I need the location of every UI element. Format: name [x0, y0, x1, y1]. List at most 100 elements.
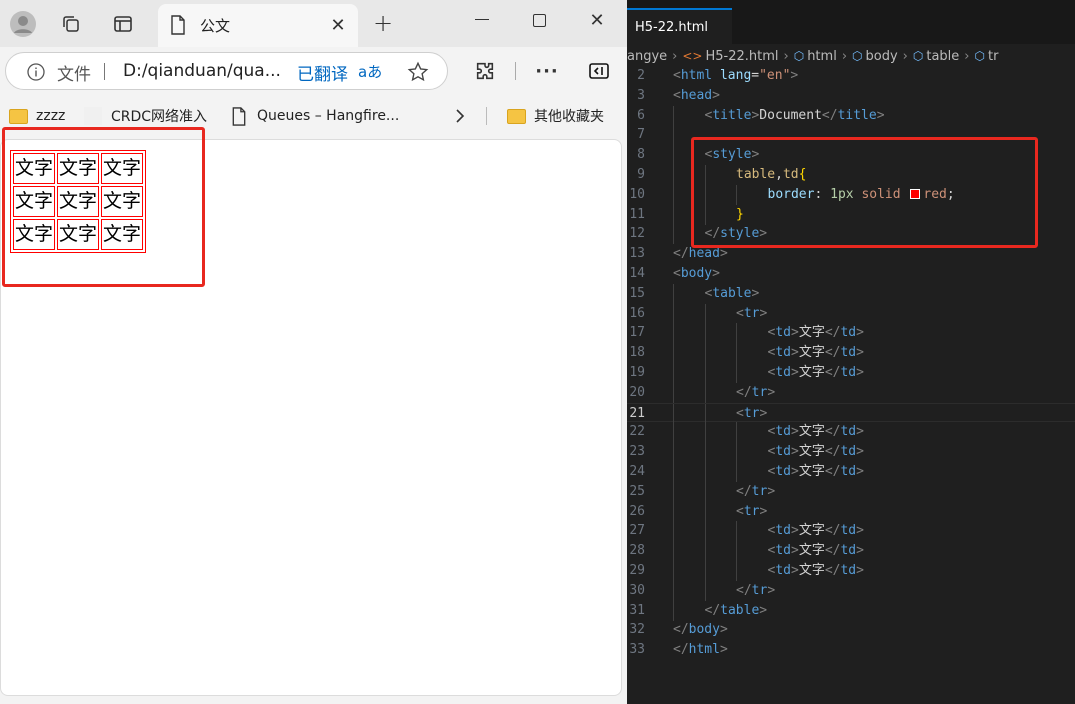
code-line[interactable]: 29 <td>文字</td> [627, 560, 1075, 581]
translated-label[interactable]: 已翻译 [297, 60, 348, 85]
code-token: </ [704, 602, 721, 618]
code-line[interactable]: 20 </tr> [627, 382, 1075, 403]
code-line[interactable]: 28 <td>文字</td> [627, 541, 1075, 562]
code-line[interactable]: 19 <td>文字</td> [627, 362, 1075, 383]
code-token: > [790, 463, 799, 479]
file-protocol-label: 文件 [57, 65, 91, 85]
code-line[interactable]: 24 <td>文字</td> [627, 461, 1075, 482]
blank-icon [84, 107, 102, 125]
code-line[interactable]: 23 <td>文字</td> [627, 442, 1075, 463]
favorite-item[interactable]: 其他收藏夹 [507, 104, 604, 128]
indent-guide [736, 362, 737, 383]
breadcrumb-file[interactable]: H5-22.html [705, 49, 778, 64]
breadcrumb-table[interactable]: table [926, 49, 959, 64]
tab-actions-icon[interactable] [112, 13, 134, 35]
code-line[interactable]: 26 <tr> [627, 501, 1075, 522]
title-bar: 公文 ✕ + ✕ [0, 0, 627, 47]
favorite-item[interactable]: CRDC网络准入 [84, 104, 207, 128]
code-token: > [856, 523, 864, 539]
chevron-right-icon[interactable] [451, 106, 469, 126]
code-line[interactable]: 30 </tr> [627, 580, 1075, 601]
more-menu-icon[interactable]: ··· [535, 59, 559, 83]
code-text: <td>文字</td> [768, 343, 864, 363]
code-line[interactable]: 31 </table> [627, 600, 1075, 621]
breadcrumb-body[interactable]: body [866, 49, 898, 64]
indent-guide [736, 541, 737, 562]
code-line[interactable]: 15 <table> [627, 283, 1075, 304]
profile-avatar-icon[interactable] [9, 10, 36, 37]
indent-guide [673, 362, 674, 383]
translate-icon[interactable]: aあ [358, 61, 382, 82]
code-token: head [688, 246, 720, 262]
code-token: </ [824, 523, 841, 539]
new-tab-icon[interactable]: + [372, 9, 394, 37]
code-token: > [856, 543, 864, 559]
code-line[interactable]: 16 <tr> [627, 303, 1075, 324]
favorite-star-icon[interactable] [406, 60, 430, 84]
code-token: </ [824, 562, 841, 578]
code-line[interactable]: 33 </html> [627, 640, 1075, 660]
info-icon[interactable] [26, 62, 46, 82]
editor-tab[interactable]: H5-22.html [627, 8, 732, 44]
code-token: title [837, 107, 877, 123]
code-line[interactable]: 27 <td>文字</td> [627, 521, 1075, 542]
code-text: <title>Document</title> [705, 106, 885, 126]
code-token: </ [736, 582, 752, 598]
favorite-item[interactable]: Queues – Hangfire... [231, 104, 399, 128]
line-number: 29 [629, 562, 645, 578]
tab-title: 公文 [200, 17, 231, 35]
code-token: td [840, 345, 857, 361]
indent-guide [736, 560, 737, 581]
indent-guide [704, 481, 706, 502]
line-number: 12 [629, 226, 645, 242]
code-line[interactable]: 25 </tr> [627, 481, 1075, 502]
address-bar[interactable]: 文件 D:/qianduan/qua... 已翻译 aあ [5, 52, 448, 90]
code-line[interactable]: 14 <body> [627, 264, 1075, 284]
url-text[interactable]: D:/qianduan/qua... [123, 61, 281, 81]
code-token: > [712, 87, 720, 103]
code-line[interactable]: 6 <title>Document</title> [627, 105, 1075, 126]
maximize-icon[interactable] [528, 9, 552, 33]
code-text: <td>文字</td> [768, 541, 864, 561]
line-number: 28 [629, 543, 645, 559]
code-line[interactable]: 2 <html lang="en"> [627, 66, 1075, 86]
code-line[interactable]: 18 <td>文字</td> [627, 343, 1075, 364]
extensions-icon[interactable] [473, 59, 497, 83]
toolbar-divider [515, 62, 516, 80]
indent-guide [673, 560, 674, 581]
browser-tab[interactable]: 公文 ✕ [158, 4, 358, 47]
code-token: > [790, 562, 799, 578]
sidebar-toggle-icon[interactable] [588, 60, 610, 82]
minimize-icon[interactable] [470, 8, 494, 32]
breadcrumb-tr[interactable]: tr [988, 49, 998, 64]
code-line[interactable]: 32 </body> [627, 620, 1075, 640]
indent-guide [704, 442, 706, 463]
code-token: 文字 [798, 364, 825, 380]
close-window-icon[interactable]: ✕ [585, 8, 609, 32]
workspaces-icon[interactable] [60, 13, 82, 35]
line-number: 32 [629, 622, 645, 638]
line-number: 31 [629, 602, 645, 618]
code-line[interactable]: 21 <tr> [627, 402, 1075, 424]
code-token: td [775, 543, 791, 559]
breadcrumb-folder[interactable]: angye [627, 49, 667, 64]
code-line[interactable]: 17 <td>文字</td> [627, 323, 1075, 344]
code-token: > [759, 503, 768, 519]
indent-guide [673, 461, 674, 482]
close-tab-icon[interactable]: ✕ [328, 15, 348, 36]
code-token: Document [759, 107, 822, 123]
line-number: 7 [637, 127, 645, 143]
code-line[interactable]: 22 <td>文字</td> [627, 422, 1075, 443]
code-token: </ [824, 424, 841, 440]
element-cube-icon: ⬡ [793, 49, 805, 63]
favorite-item[interactable]: zzzz [9, 104, 65, 128]
code-line[interactable]: 3 <head> [627, 86, 1075, 106]
indent-guide [736, 442, 737, 463]
code-token: </ [824, 444, 841, 460]
code-token: </ [824, 345, 841, 361]
breadcrumb-html[interactable]: html [807, 49, 837, 64]
code-token: td [775, 562, 791, 578]
code-token: "en" [759, 68, 791, 83]
indent-guide [736, 521, 737, 542]
code-token: tr [743, 305, 760, 321]
